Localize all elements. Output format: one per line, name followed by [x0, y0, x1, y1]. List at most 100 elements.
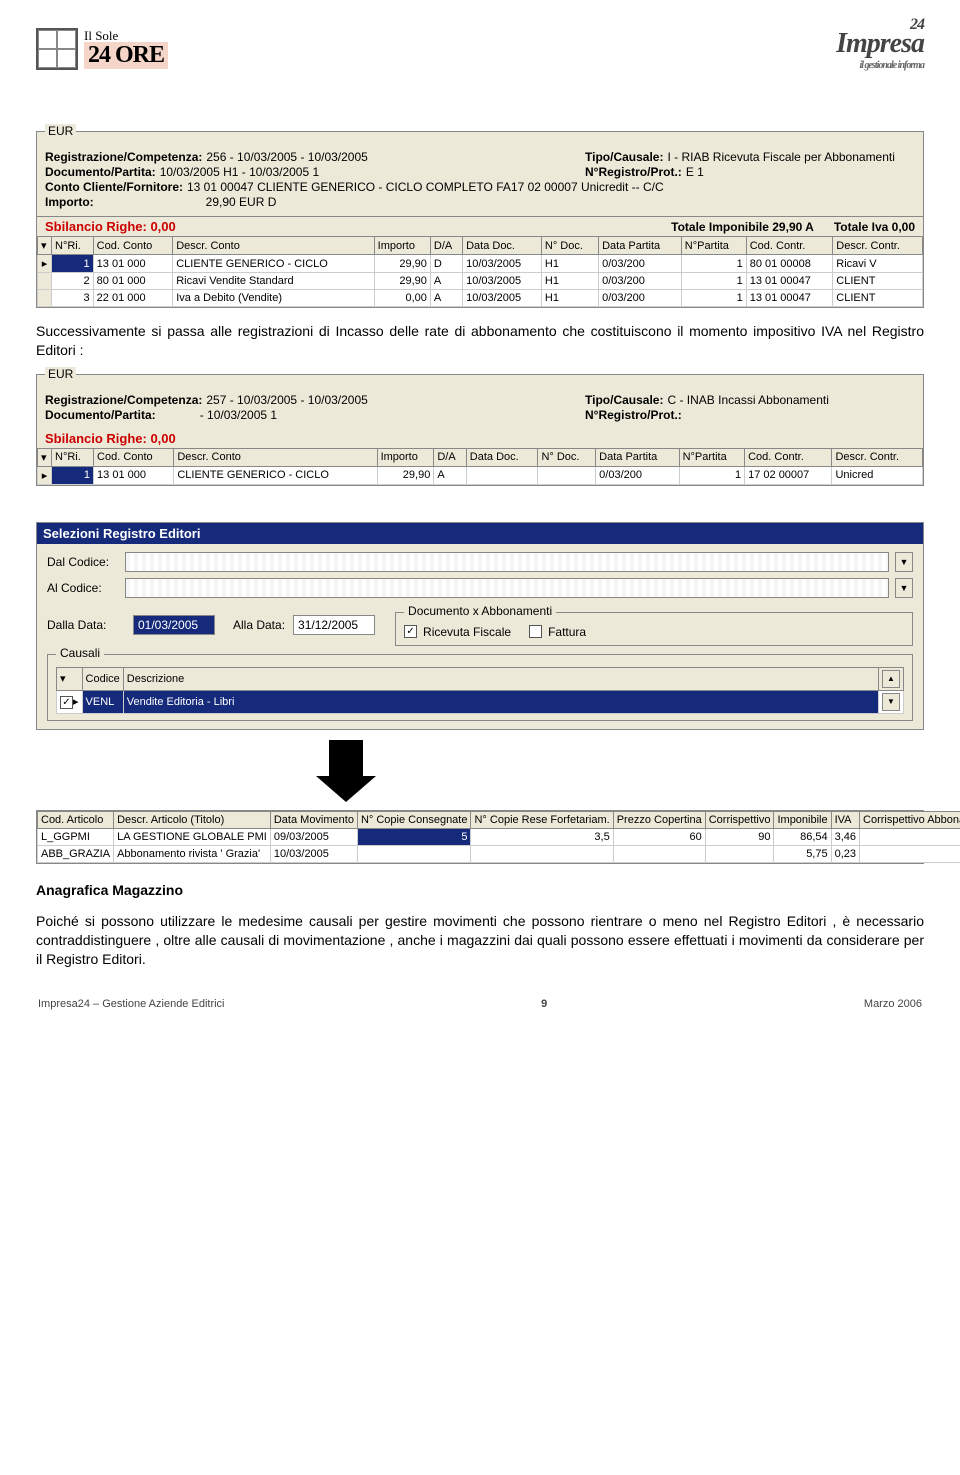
registration-grid-1[interactable]: ▾ N°Ri. Cod. Conto Descr. Conto Importo …	[37, 236, 923, 307]
causali-grid[interactable]: ▾ Codice Descrizione ▲ ✓▸ VENL Vendite E…	[56, 667, 904, 714]
col-ndoc[interactable]: N° Doc.	[541, 237, 598, 255]
col4-iva[interactable]: IVA	[831, 811, 859, 828]
selezioni-panel: Selezioni Registro Editori Dal Codice: ▼…	[36, 522, 924, 730]
causali-row-checkbox[interactable]: ✓▸	[57, 690, 83, 713]
doc2-label: Documento/Partita:	[45, 408, 156, 422]
col2-da[interactable]: D/A	[434, 448, 466, 466]
logo-sole24ore: Il Sole 24 ORE	[36, 28, 168, 70]
col4-rese[interactable]: N° Copie Rese Forfetariam.	[471, 811, 613, 828]
causali-group: Causali ▾ Codice Descrizione ▲ ✓▸ VENL V…	[47, 654, 913, 721]
causali-scroll-up[interactable]: ▲	[879, 667, 904, 690]
dal-codice-label: Dal Codice:	[47, 555, 125, 569]
col4-cons[interactable]: N° Copie Consegnate	[357, 811, 471, 828]
causali-scroll-down[interactable]: ▼	[879, 690, 904, 713]
registration-panel-2: EUR Registrazione/Competenza:257 - 10/03…	[36, 374, 924, 486]
paragraph-1: Successivamente si passa alle registrazi…	[36, 322, 924, 360]
table-row[interactable]: 322 01 000Iva a Debito (Vendite)0,00A10/…	[38, 290, 923, 307]
col-desccontr[interactable]: Descr. Contr.	[833, 237, 923, 255]
registration-grid-2[interactable]: ▾ N°Ri. Cod. Conto Descr. Conto Importo …	[37, 448, 923, 485]
col4-imp[interactable]: Imponibile	[774, 811, 831, 828]
nreg-val: E 1	[686, 165, 704, 179]
col2-cc[interactable]: Cod. Contr.	[745, 448, 832, 466]
conto-label: Conto Cliente/Fornitore:	[45, 180, 183, 194]
totale-iva: Totale Iva 0,00	[834, 220, 915, 234]
sbilancio-2: Sbilancio Righe: 0,00	[45, 431, 176, 446]
col2-dc[interactable]: Descr. Contr.	[832, 448, 923, 466]
table-row[interactable]: 280 01 000Ricavi Vendite Standard29,90A1…	[38, 273, 923, 290]
doc2-val: - 10/03/2005 1	[200, 408, 277, 422]
col-nri[interactable]: N°Ri.	[52, 237, 94, 255]
registration-panel-1: EUR Registrazione/Competenza:256 - 10/03…	[36, 131, 924, 308]
col2-dp[interactable]: Data Partita	[596, 448, 679, 466]
page-footer: Impresa24 – Gestione Aziende Editrici 9 …	[36, 998, 924, 1010]
col4-cod[interactable]: Cod. Articolo	[38, 811, 114, 828]
al-codice-dropdown[interactable]: ▼	[895, 578, 913, 598]
col2-data[interactable]: Data Doc.	[466, 448, 538, 466]
conto-val: 13 01 00047 CLIENTE GENERICO - CICLO COM…	[187, 180, 664, 194]
reg2-label: Registrazione/Competenza:	[45, 393, 202, 407]
col2-np[interactable]: N°Partita	[679, 448, 745, 466]
causali-col-desc[interactable]: Descrizione	[123, 667, 878, 690]
doc-abbonamenti-group: Documento x Abbonamenti ✓Ricevuta Fiscal…	[395, 612, 913, 646]
col-npartita[interactable]: N°Partita	[681, 237, 746, 255]
col2-imp[interactable]: Importo	[377, 448, 434, 466]
col2-nri[interactable]: N°Ri.	[52, 448, 94, 466]
footer-right: Marzo 2006	[864, 998, 922, 1010]
grid2-selector[interactable]: ▾	[38, 448, 52, 466]
table-row[interactable]: ▸113 01 000CLIENTE GENERICO - CICLO29,90…	[38, 466, 923, 484]
heading-anagrafica: Anagrafica Magazzino	[36, 882, 924, 898]
ricevuta-fiscale-checkbox[interactable]: ✓Ricevuta Fiscale	[404, 625, 511, 639]
logo-right-sub: il gestionale informa	[836, 60, 924, 71]
table-row[interactable]: ABB_GRAZIA Abbonamento rivista ' Grazia'…	[38, 845, 960, 862]
doc-abb-label: Documento x Abbonamenti	[404, 604, 556, 618]
table-row[interactable]: ▸113 01 000CLIENTE GENERICO - CICLO29,90…	[38, 255, 923, 273]
col-descconto[interactable]: Descr. Conto	[173, 237, 374, 255]
alla-data-input[interactable]: 31/12/2005	[293, 615, 375, 635]
dal-codice-dropdown[interactable]: ▼	[895, 552, 913, 572]
dalla-data-input[interactable]: 01/03/2005	[133, 615, 215, 635]
dal-codice-input[interactable]	[125, 552, 889, 572]
alla-data-label: Alla Data:	[233, 618, 285, 632]
imp-val: 29,90 EUR D	[206, 195, 277, 209]
tipo-val: I - RIAB Ricevuta Fiscale per Abbonament…	[667, 150, 894, 164]
table-row[interactable]: L_GGPMI LA GESTIONE GLOBALE PMI 09/03/20…	[38, 828, 960, 845]
col-codcontr[interactable]: Cod. Contr.	[746, 237, 833, 255]
col-datadoc[interactable]: Data Doc.	[463, 237, 542, 255]
col4-data[interactable]: Data Movimento	[270, 811, 357, 828]
col-da[interactable]: D/A	[430, 237, 462, 255]
logo-right-badge: 24	[910, 16, 924, 34]
articoli-grid[interactable]: Cod. Articolo Descr. Articolo (Titolo) D…	[37, 811, 960, 863]
causali-col-codice[interactable]: Codice	[82, 667, 123, 690]
causali-col-sel[interactable]: ▾	[57, 667, 83, 690]
table-row[interactable]: ✓▸ VENL Vendite Editoria - Libri ▼	[57, 690, 904, 713]
col2-cod[interactable]: Cod. Conto	[94, 448, 174, 466]
page-header: Il Sole 24 ORE 24 Impresa il gestionale …	[36, 28, 924, 71]
col-datapartita[interactable]: Data Partita	[599, 237, 682, 255]
col4-desc[interactable]: Descr. Articolo (Titolo)	[114, 811, 271, 828]
col-codconto[interactable]: Cod. Conto	[93, 237, 173, 255]
logo-left-small: Il Sole	[84, 29, 168, 42]
al-codice-input[interactable]	[125, 578, 889, 598]
nreg-label: N°Registro/Prot.:	[585, 165, 682, 179]
logo-left-big: 24 ORE	[84, 42, 168, 69]
al-codice-label: Al Codice:	[47, 581, 125, 595]
col4-prezzo[interactable]: Prezzo Copertina	[613, 811, 705, 828]
grid-selector-col[interactable]: ▾	[38, 237, 52, 255]
selezioni-titlebar: Selezioni Registro Editori	[37, 523, 923, 544]
col4-corr[interactable]: Corrispettivo	[705, 811, 774, 828]
paragraph-2: Poiché si possono utilizzare le medesime…	[36, 912, 924, 969]
nreg2-label: N°Registro/Prot.:	[585, 408, 682, 422]
articoli-grid-panel: Cod. Articolo Descr. Articolo (Titolo) D…	[36, 810, 924, 864]
doc-label: Documento/Partita:	[45, 165, 156, 179]
fattura-checkbox[interactable]: Fattura	[529, 625, 586, 639]
col2-desc[interactable]: Descr. Conto	[174, 448, 377, 466]
tipo-label: Tipo/Causale:	[585, 150, 663, 164]
col-importo[interactable]: Importo	[374, 237, 430, 255]
totale-imponibile: Totale Imponibile 29,90 A	[671, 220, 814, 234]
col2-ndoc[interactable]: N° Doc.	[538, 448, 596, 466]
imp-label: Importo:	[45, 195, 94, 209]
reg-val: 256 - 10/03/2005 - 10/03/2005	[206, 150, 367, 164]
arrow-down-icon	[316, 740, 376, 800]
dalla-data-label: Dalla Data:	[47, 618, 125, 632]
col4-cab[interactable]: Corrispettivo Abbonament	[860, 811, 960, 828]
